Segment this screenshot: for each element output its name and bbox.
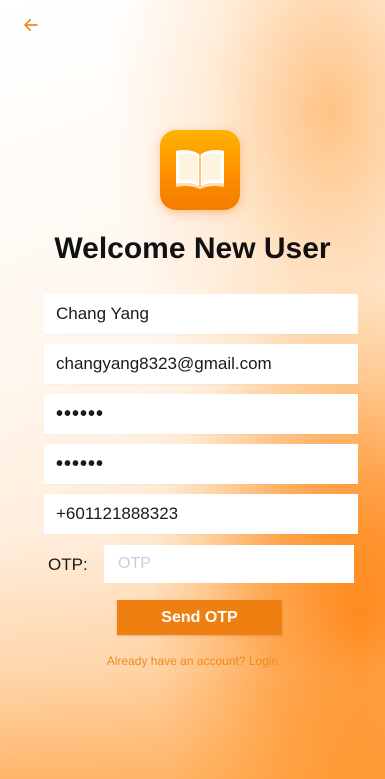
app-logo (160, 130, 240, 210)
arrow-left-icon (22, 16, 40, 39)
page-title: Welcome New User (54, 232, 331, 265)
back-button[interactable] (18, 14, 44, 40)
password-field[interactable]: •••••• (44, 394, 358, 434)
login-link[interactable]: Already have an account? Login (0, 654, 385, 668)
email-field[interactable]: changyang8323@gmail.com (44, 344, 358, 384)
confirm-password-field[interactable]: •••••• (44, 444, 358, 484)
send-otp-button[interactable]: Send OTP (117, 600, 282, 635)
otp-label: OTP: (48, 555, 88, 574)
name-field[interactable]: Chang Yang (44, 294, 358, 334)
otp-input[interactable]: OTP (104, 545, 354, 583)
phone-field[interactable]: +601121888323 (44, 494, 358, 534)
open-book-icon (172, 146, 228, 195)
